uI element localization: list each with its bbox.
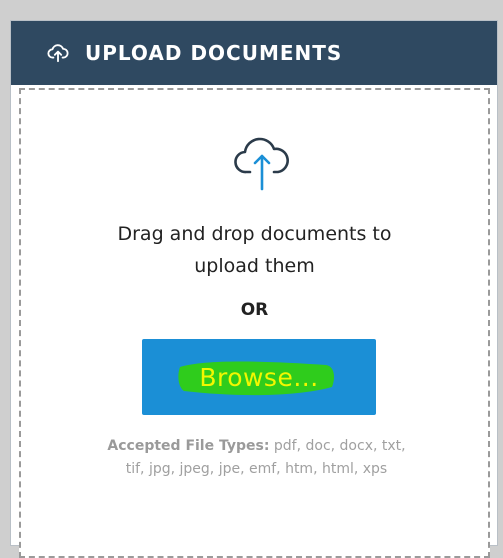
upload-documents-panel: UPLOAD DOCUMENTS Drag and drop documents… (10, 20, 498, 558)
accepted-file-types-line-1: Accepted File Types: pdf, doc, docx, txt… (51, 435, 462, 458)
panel-header: UPLOAD DOCUMENTS (11, 21, 497, 85)
drop-instructions: Drag and drop documents to upload them (21, 218, 488, 282)
accepted-file-types-label: Accepted File Types: (107, 438, 270, 454)
browse-button[interactable]: Browse... (142, 339, 376, 415)
cloud-upload-icon (47, 42, 69, 64)
accepted-file-types-list-1: pdf, doc, docx, txt, (273, 438, 406, 454)
accepted-file-types-list-2: tif, jpg, jpeg, jpe, emf, htm, html, xps (125, 461, 388, 477)
cloud-upload-icon (234, 132, 290, 192)
drop-zone[interactable]: Drag and drop documents to upload them O… (19, 88, 490, 558)
panel-title: UPLOAD DOCUMENTS (85, 41, 343, 65)
accepted-file-types: Accepted File Types: pdf, doc, docx, txt… (51, 435, 462, 481)
or-separator: OR (240, 300, 269, 320)
drop-instructions-line-2: upload them (194, 255, 315, 277)
drop-instructions-line-1: Drag and drop documents to (117, 223, 392, 245)
browse-button-label: Browse... (199, 362, 319, 392)
